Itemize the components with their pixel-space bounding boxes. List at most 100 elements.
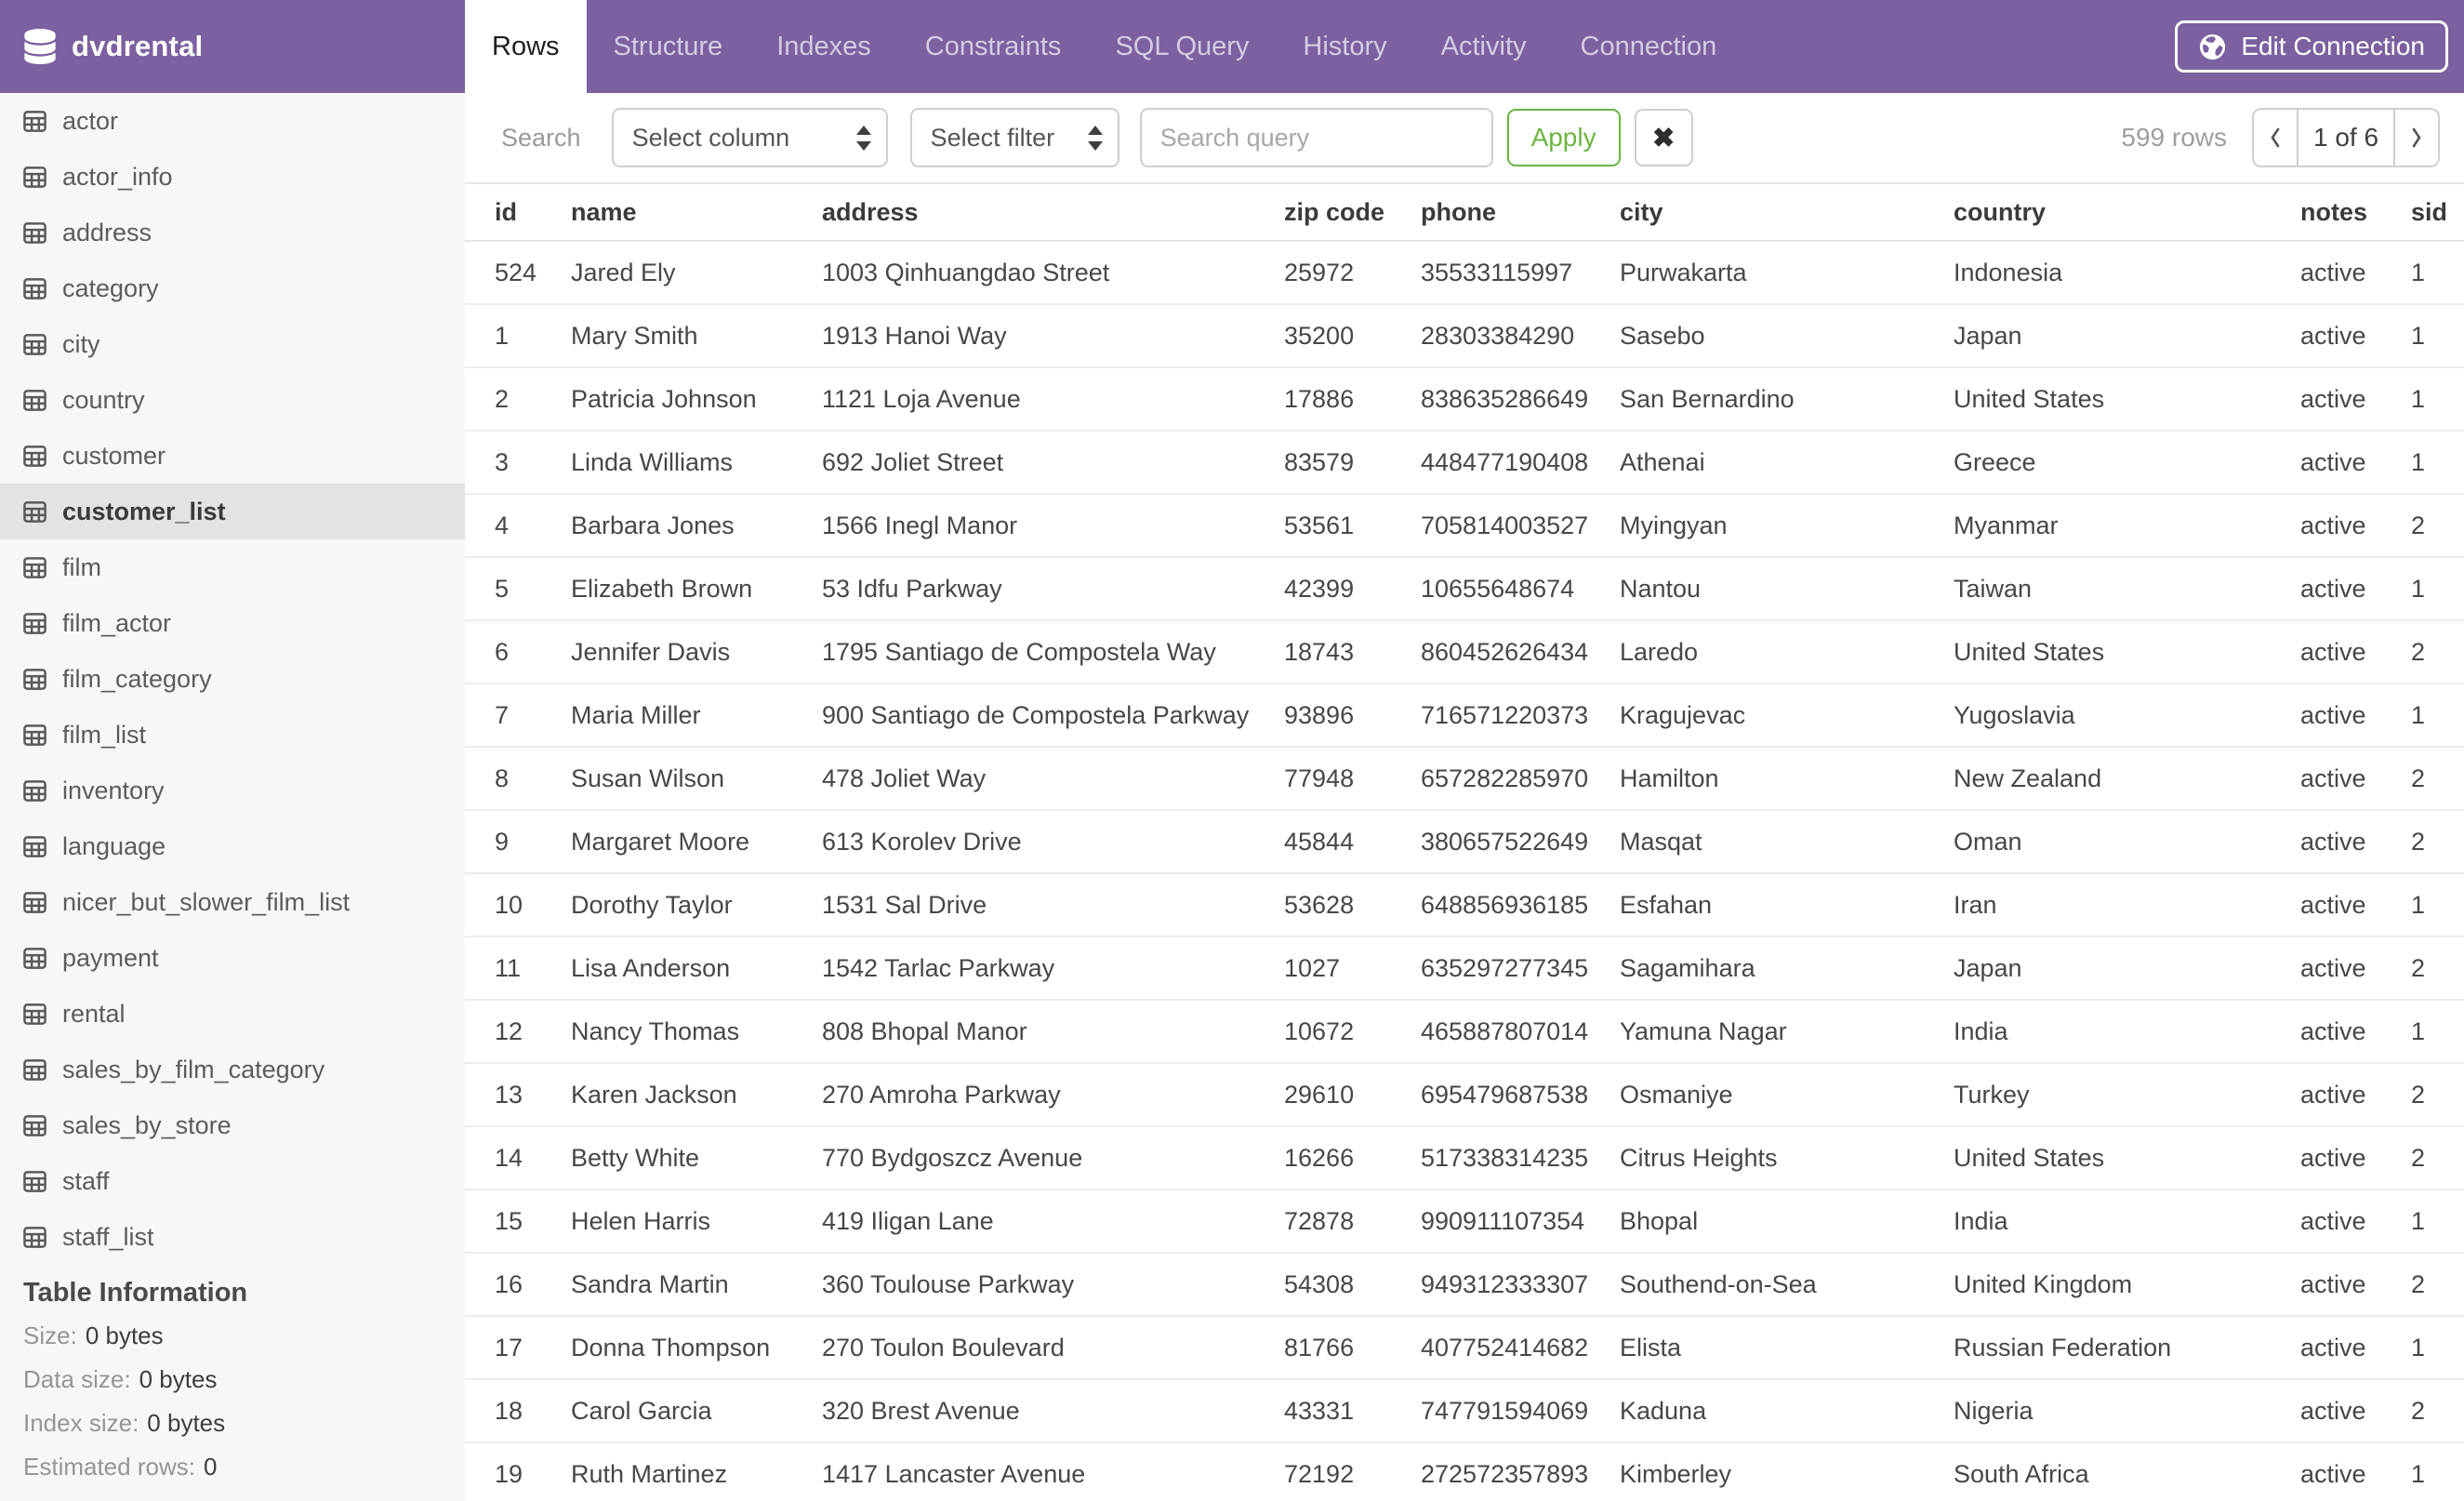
cell[interactable]: active — [2300, 1253, 2411, 1317]
column-header-notes[interactable]: notes — [2300, 184, 2411, 242]
sidebar-table-rental[interactable]: rental — [0, 986, 465, 1042]
cell[interactable]: active — [2300, 1126, 2411, 1190]
cell[interactable]: 6 — [465, 620, 571, 684]
cell[interactable]: active — [2300, 1442, 2411, 1501]
cell[interactable]: 1 — [2411, 241, 2464, 305]
cell[interactable]: 35200 — [1284, 304, 1421, 368]
cell[interactable]: 1 — [2411, 431, 2464, 495]
cell[interactable]: 81766 — [1284, 1316, 1421, 1380]
cell[interactable]: Sandra Martin — [571, 1253, 822, 1317]
cell[interactable]: 25972 — [1284, 241, 1421, 305]
cell[interactable]: 17 — [465, 1316, 571, 1380]
cell[interactable]: Carol Garcia — [571, 1379, 822, 1443]
cell[interactable]: Margaret Moore — [571, 810, 822, 874]
cell[interactable]: Nantou — [1620, 557, 1954, 621]
cell[interactable]: 1 — [2411, 367, 2464, 432]
cell[interactable]: 747791594069 — [1421, 1379, 1620, 1443]
tab-rows[interactable]: Rows — [465, 0, 587, 93]
cell[interactable]: active — [2300, 241, 2411, 305]
cell[interactable]: 11 — [465, 936, 571, 1001]
cell[interactable]: Karen Jackson — [571, 1063, 822, 1127]
cell[interactable]: 43331 — [1284, 1379, 1421, 1443]
cell[interactable]: Taiwan — [1954, 557, 2300, 621]
cell[interactable]: 360 Toulouse Parkway — [822, 1253, 1284, 1317]
cell[interactable]: Kaduna — [1620, 1379, 1954, 1443]
sidebar-table-actor[interactable]: actor — [0, 93, 465, 149]
cell[interactable]: active — [2300, 684, 2411, 748]
cell[interactable]: Citrus Heights — [1620, 1126, 1954, 1190]
cell[interactable]: 949312333307 — [1421, 1253, 1620, 1317]
cell[interactable]: Kimberley — [1620, 1442, 1954, 1501]
cell[interactable]: Laredo — [1620, 620, 1954, 684]
cell[interactable]: Osmaniye — [1620, 1063, 1954, 1127]
cell[interactable]: 16 — [465, 1253, 571, 1317]
cell[interactable]: 900 Santiago de Compostela Parkway — [822, 684, 1284, 748]
cell[interactable]: 648856936185 — [1421, 873, 1620, 937]
sidebar-table-actor_info[interactable]: actor_info — [0, 149, 465, 205]
apply-button[interactable]: Apply — [1506, 109, 1621, 166]
cell[interactable]: 53628 — [1284, 873, 1421, 937]
cell[interactable]: 18 — [465, 1379, 571, 1443]
sidebar-table-sales_by_film_category[interactable]: sales_by_film_category — [0, 1042, 465, 1097]
cell[interactable]: Betty White — [571, 1126, 822, 1190]
cell[interactable]: 1 — [2411, 304, 2464, 368]
cell[interactable]: United States — [1954, 367, 2300, 432]
cell[interactable]: 2 — [2411, 1063, 2464, 1127]
column-header-name[interactable]: name — [571, 184, 822, 242]
tab-history[interactable]: History — [1276, 0, 1413, 93]
cell[interactable]: Turkey — [1954, 1063, 2300, 1127]
cell[interactable]: Helen Harris — [571, 1189, 822, 1254]
cell[interactable]: 53561 — [1284, 494, 1421, 558]
cell[interactable]: 16266 — [1284, 1126, 1421, 1190]
sidebar-table-country[interactable]: country — [0, 372, 465, 428]
cell[interactable]: active — [2300, 1189, 2411, 1254]
cell[interactable]: Maria Miller — [571, 684, 822, 748]
tab-indexes[interactable]: Indexes — [749, 0, 898, 93]
cell[interactable]: Esfahan — [1620, 873, 1954, 937]
sidebar-table-nicer_but_slower_film_list[interactable]: nicer_but_slower_film_list — [0, 874, 465, 930]
cell[interactable]: Mary Smith — [571, 304, 822, 368]
cell[interactable]: India — [1954, 1000, 2300, 1064]
cell[interactable]: 4 — [465, 494, 571, 558]
edit-connection-button[interactable]: Edit Connection — [2175, 20, 2448, 73]
column-header-phone[interactable]: phone — [1421, 184, 1620, 242]
cell[interactable]: active — [2300, 367, 2411, 432]
cell[interactable]: active — [2300, 936, 2411, 1001]
cell[interactable]: Athenai — [1620, 431, 1954, 495]
cell[interactable]: San Bernardino — [1620, 367, 1954, 432]
search-query-input[interactable] — [1139, 108, 1493, 167]
cell[interactable]: 1027 — [1284, 936, 1421, 1001]
next-page-button[interactable] — [2393, 110, 2438, 166]
cell[interactable]: 1542 Tarlac Parkway — [822, 936, 1284, 1001]
cell[interactable]: 2 — [2411, 936, 2464, 1001]
cell[interactable]: active — [2300, 620, 2411, 684]
cell[interactable]: 320 Brest Avenue — [822, 1379, 1284, 1443]
tab-connection[interactable]: Connection — [1554, 0, 1744, 93]
cell[interactable]: Oman — [1954, 810, 2300, 874]
cell[interactable]: Myingyan — [1620, 494, 1954, 558]
cell[interactable]: 3 — [465, 431, 571, 495]
cell[interactable]: 15 — [465, 1189, 571, 1254]
cell[interactable]: Jennifer Davis — [571, 620, 822, 684]
cell[interactable]: 72192 — [1284, 1442, 1421, 1501]
cell[interactable]: active — [2300, 1000, 2411, 1064]
cell[interactable]: 407752414682 — [1421, 1316, 1620, 1380]
cell[interactable]: 657282285970 — [1421, 747, 1620, 811]
cell[interactable]: 695479687538 — [1421, 1063, 1620, 1127]
cell[interactable]: 716571220373 — [1421, 684, 1620, 748]
cell[interactable]: 1531 Sal Drive — [822, 873, 1284, 937]
tab-structure[interactable]: Structure — [587, 0, 750, 93]
cell[interactable]: 2 — [2411, 494, 2464, 558]
select-column-dropdown[interactable]: Select column — [611, 108, 888, 167]
cell[interactable]: active — [2300, 304, 2411, 368]
cell[interactable]: Indonesia — [1954, 241, 2300, 305]
cell[interactable]: 1795 Santiago de Compostela Way — [822, 620, 1284, 684]
column-header-country[interactable]: country — [1954, 184, 2300, 242]
cell[interactable]: Nancy Thomas — [571, 1000, 822, 1064]
tab-constraints[interactable]: Constraints — [898, 0, 1089, 93]
column-header-id[interactable]: id — [465, 184, 571, 242]
cell[interactable]: Dorothy Taylor — [571, 873, 822, 937]
cell[interactable]: 270 Amroha Parkway — [822, 1063, 1284, 1127]
cell[interactable]: Barbara Jones — [571, 494, 822, 558]
cell[interactable]: 13 — [465, 1063, 571, 1127]
